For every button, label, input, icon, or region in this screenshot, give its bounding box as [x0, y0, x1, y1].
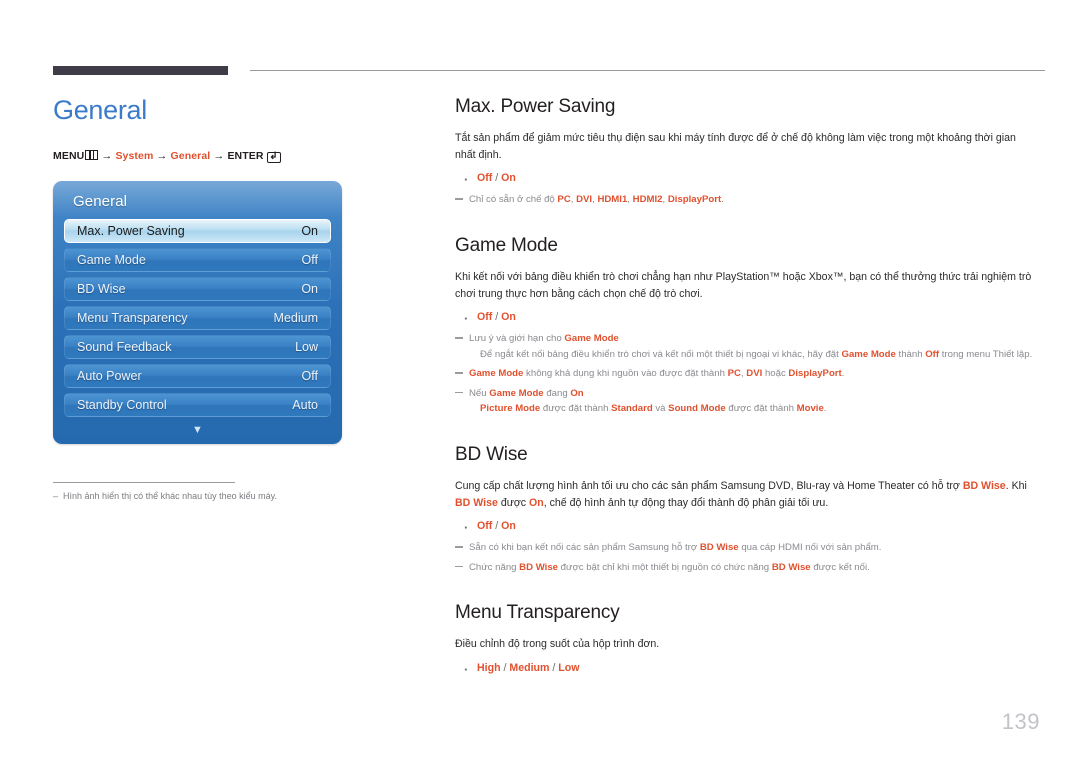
osd-row-game-mode[interactable]: Game Mode Off: [64, 248, 331, 273]
list-item: Off / On: [455, 516, 1035, 539]
breadcrumb: MENU → System → General → ENTER ↲: [53, 149, 403, 164]
option-off: Off: [477, 311, 493, 324]
osd-row-bd-wise[interactable]: BD Wise On: [64, 277, 331, 302]
right-column: Max. Power Saving Tắt sản phẩm để giảm m…: [455, 96, 1035, 682]
osd-panel-title: General: [73, 193, 128, 211]
enter-return-icon: ↲: [266, 151, 281, 164]
osd-row-value: Low: [295, 340, 318, 355]
option-on: On: [501, 172, 516, 185]
left-footnote: – Hình ảnh hiển thị có thể khác nhau tùy…: [53, 482, 353, 503]
breadcrumb-item-system: System: [115, 149, 154, 162]
list-item: Off / On: [455, 168, 1035, 191]
page-number: 139: [1001, 709, 1040, 734]
option-off: Off: [477, 520, 493, 533]
options-list-menu-transparency: High / Medium / Low: [455, 658, 1035, 681]
note-game-mode-on-effects: Nếu Game Mode đang On Picture Mode được đ…: [455, 386, 1035, 417]
note-game-mode-limits: Lưu ý và giới hạn cho Game Mode Để ngắt k…: [455, 331, 1035, 362]
header-bar-dark: [53, 66, 228, 75]
breadcrumb-arrow-3: →: [213, 149, 225, 162]
page-header-rule: [53, 66, 1045, 76]
osd-menu-panel: General Max. Power Saving On Game Mode O…: [53, 181, 342, 445]
option-on: On: [501, 520, 516, 533]
section-body-menu-transparency: Điều chỉnh độ trong suốt của hộp trình đ…: [455, 638, 660, 651]
option-medium: Medium: [509, 661, 550, 674]
section-heading-menu-transparency: Menu Transparency: [455, 602, 620, 624]
options-list-max-power-saving: Off / On: [455, 168, 1035, 191]
page-title: General: [53, 95, 147, 125]
section-heading-max-power-saving: Max. Power Saving: [455, 96, 616, 117]
osd-row-label: BD Wise: [77, 282, 126, 297]
footnote-text: – Hình ảnh hiển thị có thể khác nhau tùy…: [53, 491, 278, 502]
list-item: High / Medium / Low: [455, 658, 1035, 681]
options-list-bd-wise: Off / On: [455, 516, 1035, 539]
breadcrumb-arrow-2: →: [156, 149, 168, 162]
option-high: High: [477, 661, 501, 674]
section-body-game-mode: Khi kết nối với bảng điều khiển trò chơi…: [455, 270, 1032, 301]
option-on: On: [501, 311, 516, 324]
options-list-game-mode: Off / On: [455, 307, 1035, 330]
breadcrumb-enter-label: ENTER: [227, 149, 264, 162]
note-bd-wise-enable: Chức năng BD Wise được bật chỉ khi một t…: [455, 560, 1035, 576]
note-max-power-saving-inputs: Chỉ có sẵn ở chế độ PC, DVI, HDMI1, HDMI…: [455, 192, 1035, 208]
osd-row-label: Menu Transparency: [77, 311, 188, 326]
osd-row-value: Off: [301, 253, 318, 268]
footnote-divider: [53, 482, 235, 484]
header-bar-line: [250, 70, 1045, 71]
osd-row-value: Auto: [292, 398, 318, 413]
osd-row-max-power-saving[interactable]: Max. Power Saving On: [64, 219, 331, 244]
manual-page: General MENU → System → General → ENTER ↲ Gener…: [0, 0, 1080, 763]
osd-row-value: On: [301, 224, 318, 239]
note-game-mode-unavailable: Game Mode không khả dụng khi nguồn vào đ…: [455, 366, 1035, 382]
osd-row-label: Sound Feedback: [77, 340, 172, 355]
section-heading-bd-wise: BD Wise: [455, 443, 528, 465]
note-bd-wise-availability: Sẵn có khi bạn kết nối các sản phẩm Sams…: [455, 540, 1035, 556]
section-heading-game-mode: Game Mode: [455, 234, 558, 256]
left-column: General MENU → System → General → ENTER ↲ Gener…: [53, 95, 403, 503]
option-low: Low: [558, 661, 580, 674]
list-item: Off / On: [455, 307, 1035, 330]
section-body-bd-wise: Cung cấp chất lượng hình ảnh tối ưu cho …: [455, 479, 1027, 510]
osd-row-label: Game Mode: [77, 253, 146, 268]
breadcrumb-arrow-1: →: [101, 149, 113, 162]
osd-row-menu-transparency[interactable]: Menu Transparency Medium: [64, 306, 331, 331]
section-body-max-power-saving: Tắt sản phẩm để giảm mức tiêu thụ điện s…: [455, 132, 1016, 162]
osd-row-value: Medium: [273, 311, 318, 326]
breadcrumb-item-general: General: [170, 149, 211, 162]
osd-row-sound-feedback[interactable]: Sound Feedback Low: [64, 335, 331, 360]
osd-row-label: Standby Control: [77, 398, 167, 413]
osd-row-value: On: [301, 282, 318, 297]
osd-row-value: Off: [301, 369, 318, 384]
osd-row-standby-control[interactable]: Standby Control Auto: [64, 393, 331, 418]
osd-row-auto-power[interactable]: Auto Power Off: [64, 364, 331, 389]
chevron-down-icon[interactable]: ▼: [64, 422, 331, 436]
breadcrumb-menu-label: MENU: [53, 149, 85, 162]
osd-row-label: Auto Power: [77, 369, 142, 384]
option-off: Off: [477, 172, 493, 185]
osd-row-label: Max. Power Saving: [77, 224, 185, 239]
menu-bars-icon: [85, 149, 99, 160]
